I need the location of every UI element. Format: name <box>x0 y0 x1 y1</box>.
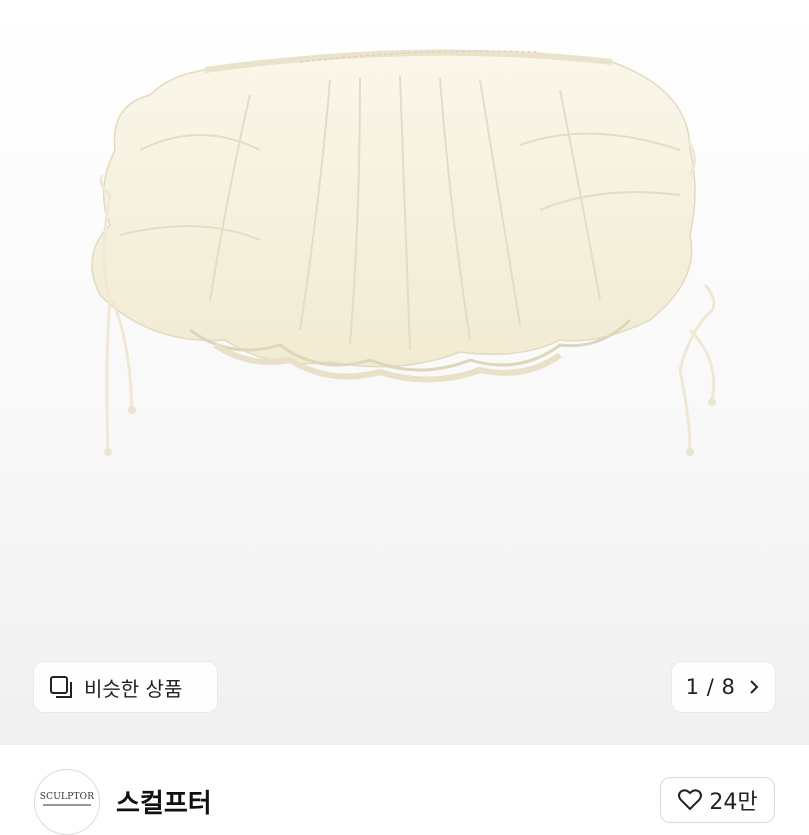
image-counter: 1 / 8 <box>685 675 736 699</box>
shop-name[interactable]: 스컬프터 <box>116 783 212 820</box>
similar-items-icon <box>48 674 74 700</box>
similar-items-button[interactable]: 비슷한 상품 <box>34 662 217 712</box>
shop-avatar-logo: SCULPTOR <box>39 792 95 802</box>
shop-avatar-logo-rule <box>43 804 91 806</box>
product-gallery[interactable]: 비슷한 상품 1 / 8 <box>0 0 809 745</box>
heart-outline-icon <box>677 788 703 812</box>
image-pager[interactable]: 1 / 8 <box>672 662 775 712</box>
product-image[interactable] <box>0 0 809 745</box>
shop-row: SCULPTOR 스컬프터 24만 <box>0 745 809 835</box>
like-button[interactable]: 24만 <box>660 777 775 823</box>
similar-items-label: 비슷한 상품 <box>84 676 183 701</box>
chevron-right-icon <box>747 678 761 696</box>
like-count: 24만 <box>709 790 758 815</box>
shop-avatar[interactable]: SCULPTOR <box>34 769 100 835</box>
